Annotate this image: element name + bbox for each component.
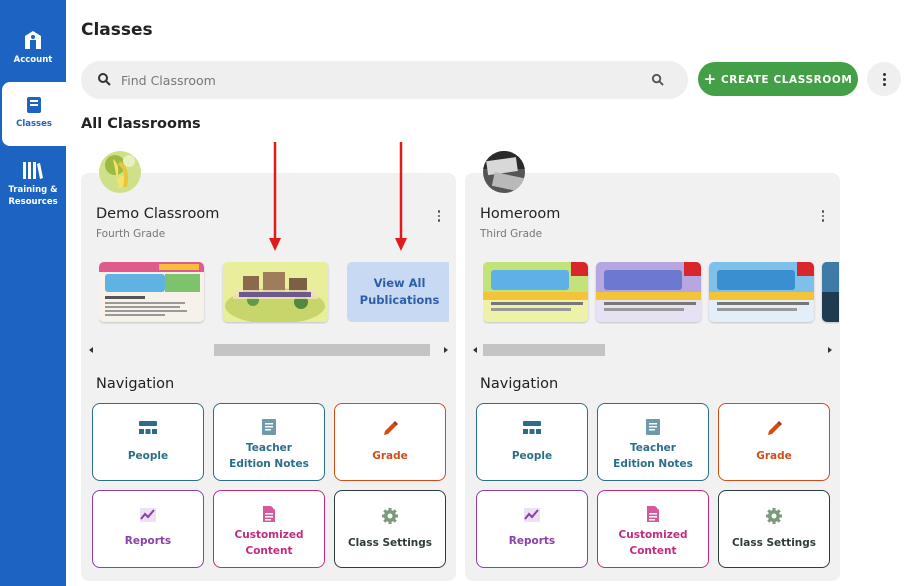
scroll-left-icon[interactable] — [89, 347, 93, 353]
nav-label: Reports — [124, 535, 172, 547]
account-icon — [25, 31, 41, 49]
nav-label: Reports — [508, 535, 556, 547]
create-classroom-label: CREATE CLASSROOM — [721, 74, 853, 86]
publication-thumbnail-louisiana-4[interactable] — [822, 262, 839, 322]
publication-thumbnail-louisiana-3[interactable] — [709, 262, 814, 322]
nav-label: People — [511, 450, 553, 462]
nav-label: Teacher Edition Notes — [229, 442, 309, 470]
publications-scrollbar[interactable] — [87, 343, 450, 357]
sidebar-item-label: Training & Resources — [8, 185, 58, 207]
people-icon — [139, 421, 157, 434]
more-vertical-icon — [432, 209, 446, 223]
more-vertical-icon — [816, 209, 830, 223]
nav-label: Customized Content — [618, 529, 688, 557]
nav-label: Class Settings — [731, 537, 817, 549]
notes-icon — [646, 419, 660, 435]
classes-icon — [27, 97, 41, 113]
create-classroom-button[interactable]: + CREATE CLASSROOM — [698, 62, 858, 96]
annotation-arrow-down-icon — [395, 142, 407, 251]
nav-customized-content-button[interactable]: Customized Content — [597, 490, 709, 568]
pencil-icon — [384, 421, 398, 435]
nav-label: Grade — [756, 450, 792, 462]
classroom-grade: Fourth Grade — [96, 228, 166, 240]
scroll-thumb[interactable] — [214, 344, 430, 356]
classroom-avatar[interactable] — [483, 151, 525, 193]
publications-scrollbar[interactable] — [471, 343, 834, 357]
nav-grade-button[interactable]: Grade — [718, 403, 830, 481]
sidebar-item-label: Classes — [16, 119, 52, 129]
notes-icon — [262, 419, 276, 435]
navigation-title: Navigation — [480, 376, 559, 392]
nav-teacher-notes-button[interactable]: Teacher Edition Notes — [597, 403, 709, 481]
view-all-publications-button[interactable]: View All Publications — [347, 262, 449, 322]
nav-label: Customized Content — [234, 529, 304, 557]
sidebar: Account Classes Training & Resources — [0, 0, 66, 586]
publication-thumbnail-louisiana-1[interactable] — [483, 262, 588, 322]
nav-reports-button[interactable]: Reports — [92, 490, 204, 568]
nav-customized-content-button[interactable]: Customized Content — [213, 490, 325, 568]
people-icon — [523, 421, 541, 434]
page-title: Classes — [81, 20, 153, 40]
classroom-name[interactable]: Demo Classroom — [96, 206, 219, 222]
nav-label: People — [127, 450, 169, 462]
search-bar[interactable]: Find Classroom — [81, 61, 688, 99]
gear-icon — [766, 508, 782, 524]
nav-grade-button[interactable]: Grade — [334, 403, 446, 481]
chart-line-icon — [140, 508, 156, 522]
pencil-icon — [768, 421, 782, 435]
nav-label: Grade — [372, 450, 408, 462]
chart-line-icon — [524, 508, 540, 522]
annotation-arrow-down-icon — [269, 142, 281, 251]
classroom-more-button[interactable] — [816, 209, 830, 223]
nav-people-button[interactable]: People — [476, 403, 588, 481]
nav-reports-button[interactable]: Reports — [476, 490, 588, 568]
search-submit-icon[interactable] — [651, 73, 664, 86]
nav-label: Class Settings — [347, 537, 433, 549]
publications-carousel — [483, 262, 839, 324]
sidebar-item-label: Account — [13, 55, 53, 65]
nav-class-settings-button[interactable]: Class Settings — [334, 490, 446, 568]
publication-thumbnail-studies-weekly[interactable] — [223, 262, 328, 322]
document-icon — [647, 506, 659, 522]
sidebar-item-classes[interactable]: Classes — [2, 82, 66, 146]
scroll-right-icon[interactable] — [444, 347, 448, 353]
section-title: All Classrooms — [81, 116, 201, 132]
sidebar-item-training[interactable]: Training & Resources — [0, 160, 66, 208]
classroom-more-button[interactable] — [432, 209, 446, 223]
search-input[interactable]: Find Classroom — [121, 73, 216, 88]
books-icon — [23, 162, 43, 179]
classroom-name[interactable]: Homeroom — [480, 206, 560, 222]
nav-label: Teacher Edition Notes — [613, 442, 693, 470]
nav-people-button[interactable]: People — [92, 403, 204, 481]
classroom-grade: Third Grade — [480, 228, 543, 240]
classroom-avatar[interactable] — [99, 151, 141, 193]
sidebar-item-account[interactable]: Account — [0, 30, 66, 66]
scroll-thumb[interactable] — [483, 344, 605, 356]
classroom-card: Homeroom Third Grade Navigation People T… — [465, 151, 840, 581]
publication-thumbnail-science[interactable] — [99, 262, 204, 322]
more-vertical-icon — [867, 62, 901, 96]
nav-teacher-notes-button[interactable]: Teacher Edition Notes — [213, 403, 325, 481]
publication-thumbnail-louisiana-2[interactable] — [596, 262, 701, 322]
search-icon — [98, 73, 111, 86]
plus-icon: + — [703, 70, 717, 88]
navigation-title: Navigation — [96, 376, 175, 392]
nav-class-settings-button[interactable]: Class Settings — [718, 490, 830, 568]
gear-icon — [382, 508, 398, 524]
publications-carousel: View All Publications — [99, 262, 449, 324]
more-options-button[interactable] — [867, 62, 901, 96]
scroll-right-icon[interactable] — [828, 347, 832, 353]
scroll-left-icon[interactable] — [473, 347, 477, 353]
document-icon — [263, 506, 275, 522]
